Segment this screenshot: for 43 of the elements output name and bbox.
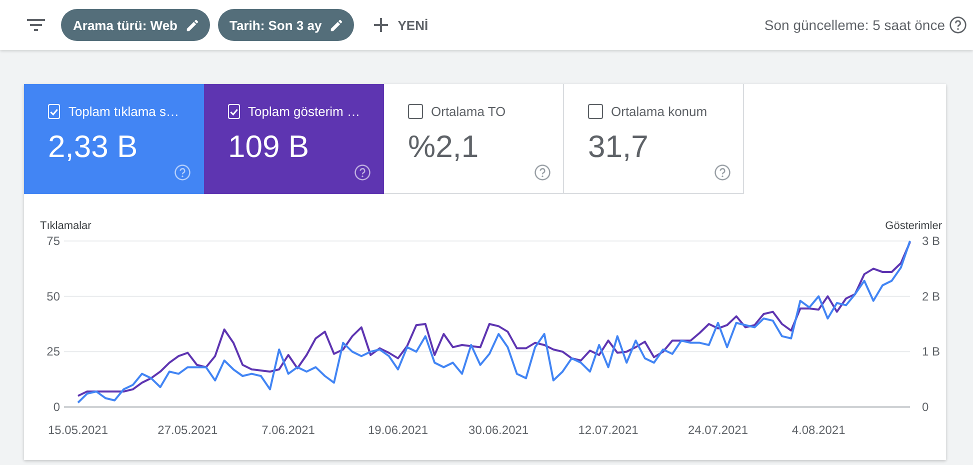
metric-value: 2,33 B [48, 129, 139, 165]
axis-tick-label: 0 [53, 400, 60, 414]
axis-tick-label: 19.06.2021 [368, 423, 428, 437]
last-update-text: Son güncelleme: 5 saat önce [764, 17, 945, 33]
axis-title: Tıklamalar [40, 220, 92, 232]
axis-tick-label: 50 [46, 289, 60, 304]
filter-icon[interactable] [27, 19, 45, 31]
plus-icon [374, 18, 388, 32]
metric-tile[interactable]: Ortalama TO %2,1 [384, 84, 564, 194]
help-icon[interactable] [534, 164, 551, 181]
checkbox[interactable] [588, 104, 603, 119]
metric-title: Toplam tıklama s… [68, 104, 179, 119]
check-icon [49, 106, 60, 116]
axis-tick-label: 3 B [922, 234, 940, 248]
help-icon[interactable] [949, 16, 967, 34]
axis-tick-label: 75 [46, 234, 60, 248]
axis-title: Gösterimler [885, 220, 942, 232]
pencil-icon [184, 18, 200, 32]
filter-chip[interactable]: Arama türü: Web [61, 9, 210, 41]
check-icon [229, 106, 239, 116]
new-filter-button[interactable]: YENİ [374, 18, 428, 32]
axis-tick-label: 2 B [922, 289, 940, 304]
metric-title: Ortalama TO [431, 104, 506, 119]
metric-title: Toplam gösterim … [248, 104, 360, 119]
axis-tick-label: 24.07.2021 [688, 423, 748, 437]
help-icon[interactable] [714, 164, 731, 181]
axis-tick-label: 25 [46, 344, 60, 359]
metric-value: 109 B [228, 129, 310, 165]
axis-tick-label: 15.05.2021 [48, 423, 108, 437]
checkbox[interactable] [408, 104, 423, 119]
filter-chip[interactable]: Tarih: Son 3 ay [218, 9, 354, 41]
axis-tick-label: 12.07.2021 [578, 423, 638, 437]
metric-title: Ortalama konum [611, 104, 708, 119]
pencil-icon [328, 18, 344, 32]
axis-tick-label: 0 [922, 400, 929, 414]
metric-tile[interactable]: Ortalama konum 31,7 [564, 84, 744, 194]
axis-tick-label: 1 B [922, 344, 940, 359]
axis-tick-label: 7.06.2021 [262, 423, 315, 437]
axis-tick-label: 30.06.2021 [468, 423, 529, 437]
axis-tick-label: 27.05.2021 [158, 423, 218, 437]
metric-value: %2,1 [408, 129, 480, 165]
metric-value: 31,7 [588, 129, 650, 165]
axis-tick-label: 4.08.2021 [792, 423, 846, 437]
